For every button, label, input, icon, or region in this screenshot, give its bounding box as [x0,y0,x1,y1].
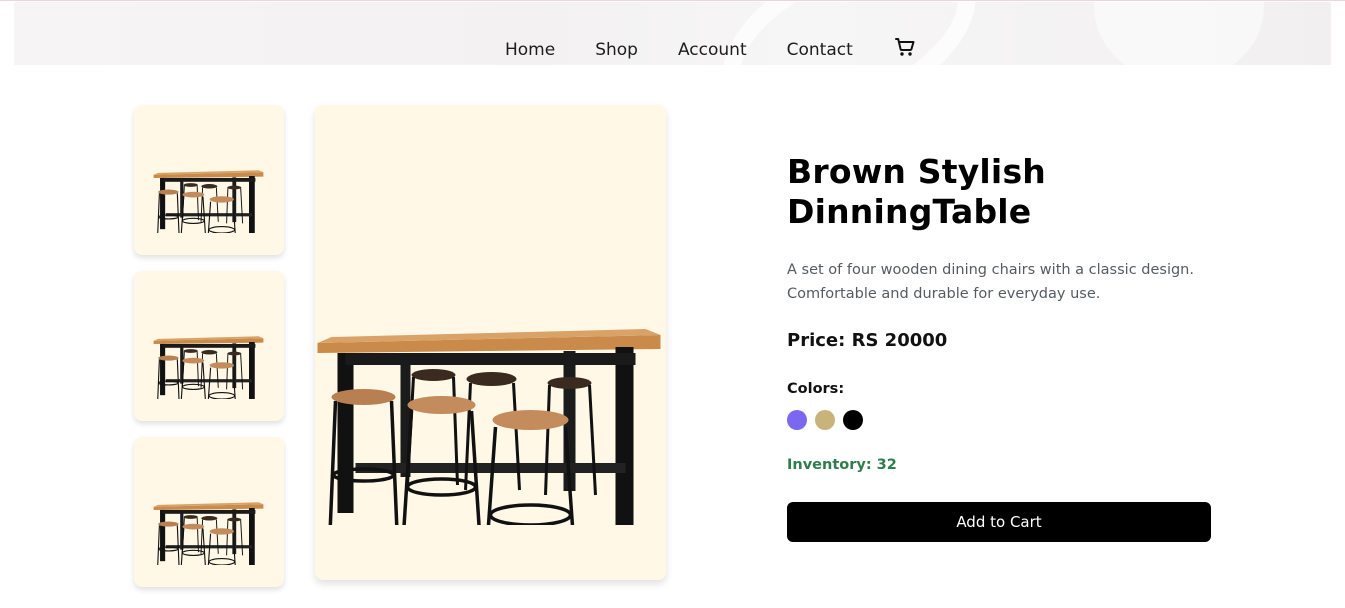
main-product-image [315,105,666,580]
top-border [0,0,1345,1]
nav-link-shop[interactable]: Shop [595,38,638,62]
product-details: Brown Stylish DinningTable A set of four… [787,152,1211,542]
nav-links: Home Shop Account Contact [491,38,917,62]
shopping-cart-icon[interactable] [893,35,917,59]
add-to-cart-button[interactable]: Add to Cart [787,502,1211,542]
nav-link-contact[interactable]: Contact [787,38,853,62]
colors-label: Colors: [787,381,845,397]
navbar: Home Shop Account Contact [14,2,1331,65]
thumbnail-image[interactable] [134,105,284,255]
color-swatches [787,410,863,430]
thumbnail-image[interactable] [134,271,284,421]
thumbnail-image[interactable] [134,437,284,587]
nav-link-account[interactable]: Account [678,38,747,62]
header-background-decoration [1094,2,1264,65]
nav-link-home[interactable]: Home [505,38,555,62]
color-swatch-tan[interactable] [815,410,835,430]
product-description: A set of four wooden dining chairs with … [787,262,1194,302]
product-title: Brown Stylish DinningTable [787,152,1046,231]
product-price: Price: RS 20000 [787,330,948,351]
color-swatch-purple[interactable] [787,410,807,430]
color-swatch-black[interactable] [843,410,863,430]
inventory-status: Inventory: 32 [787,457,897,473]
